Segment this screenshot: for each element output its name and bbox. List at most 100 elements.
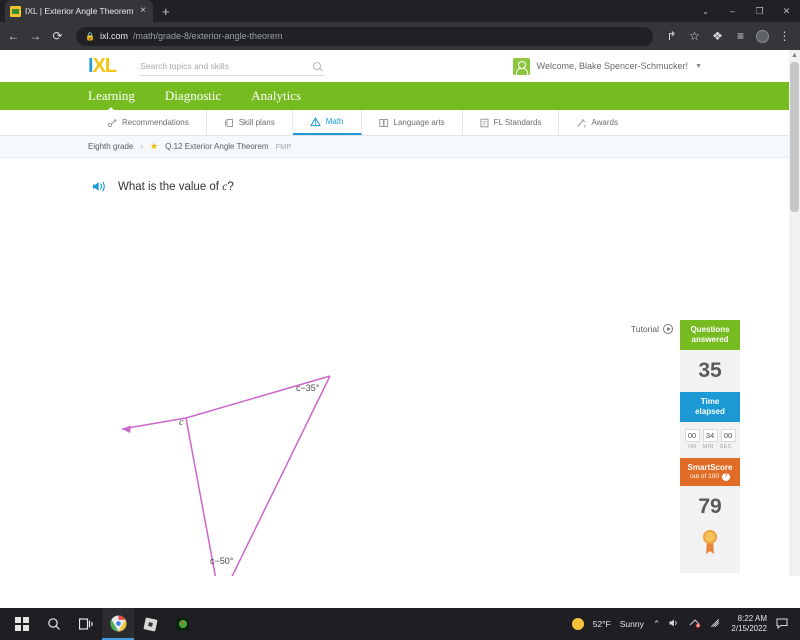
chrome-menu-icon[interactable]: ⋮ (777, 29, 792, 43)
tab-label: Awards (591, 118, 618, 127)
lock-icon: 🔒 (85, 31, 95, 41)
new-tab-button[interactable]: + (162, 4, 170, 19)
nav-item-diagnostic[interactable]: Diagnostic (165, 88, 221, 104)
search-icon[interactable] (38, 608, 70, 640)
url-host: ixl.com (99, 31, 128, 41)
search-input[interactable]: Search topics and skills (140, 56, 326, 76)
question-prompt: What is the value of c? (118, 181, 234, 193)
browser-toolbar: ← → ⟳ 🔒 ixl.com/math/grade-8/exterior-an… (0, 22, 800, 50)
nav-item-learning[interactable]: Learning (88, 88, 135, 104)
time-elapsed-title-2: elapsed (695, 407, 725, 416)
clock-sec-label: SEC (719, 444, 732, 450)
smartscore-subtitle: out of 100 (690, 473, 719, 480)
tab-language-arts[interactable]: Language arts (362, 110, 463, 135)
tab-recommendations[interactable]: Recommendations (90, 110, 207, 135)
taskbar-clock[interactable]: 8:22 AM 2/15/2022 (731, 614, 767, 634)
questions-answered-title-2: answered (691, 335, 729, 344)
skill-plans-icon (224, 118, 234, 128)
question-area: What is the value of c? c−35° c c−50° Tu… (0, 158, 800, 576)
search-placeholder: Search topics and skills (140, 60, 229, 71)
page-scrollbar[interactable]: ▲ (789, 50, 800, 576)
bookmark-star-icon[interactable]: ☆ (687, 29, 702, 43)
tab-label: Language arts (393, 118, 445, 127)
maximize-button[interactable]: ❐ (746, 0, 773, 22)
elapsed-clock: 00 34 00 (680, 422, 740, 442)
smartscore-title: SmartScore (687, 463, 733, 472)
main-nav: Learning Diagnostic Analytics (0, 82, 800, 110)
avatar (512, 57, 530, 75)
smartscore-subtitle-row: out of 100 ? (682, 473, 738, 482)
ixl-logo[interactable]: I XL (88, 54, 118, 78)
search-icon[interactable] (313, 61, 322, 70)
task-view-icon[interactable] (70, 608, 102, 640)
tab-strip: IXL | Exterior Angle Theorem | 8t × + ⌄ … (0, 0, 800, 22)
minimize-button[interactable]: – (719, 0, 746, 22)
favorite-star-icon[interactable]: ★ (150, 141, 158, 152)
close-window-button[interactable]: ✕ (773, 0, 800, 22)
logo-xl: XL (92, 54, 118, 77)
tab-label: Recommendations (122, 118, 189, 127)
skill-code: FMP (275, 142, 292, 151)
game-icon[interactable] (166, 608, 198, 640)
back-icon[interactable]: ← (6, 29, 21, 43)
play-icon[interactable] (663, 324, 673, 334)
welcome-text: Welcome, Blake Spencer-Schmucker! (536, 61, 689, 71)
clock-min-label: MIN (702, 444, 714, 450)
address-bar[interactable]: 🔒 ixl.com/math/grade-8/exterior-angle-th… (76, 26, 653, 46)
media-list-icon[interactable]: ≡ (733, 29, 748, 43)
forward-icon[interactable]: → (28, 29, 43, 43)
extensions-puzzle-icon[interactable]: ❖ (710, 29, 725, 43)
notifications-icon[interactable] (776, 618, 788, 631)
chevron-down-icon[interactable]: ▼ (695, 63, 702, 70)
chevron-down-icon[interactable]: ⌄ (692, 0, 719, 22)
browser-tab[interactable]: IXL | Exterior Angle Theorem | 8t × (5, 0, 153, 22)
weather-temp[interactable]: 52°F (593, 619, 611, 629)
ixl-favicon (10, 5, 21, 17)
taskbar-date: 2/15/2022 (731, 624, 767, 633)
speaker-icon[interactable] (92, 180, 107, 193)
triangle-lines (121, 375, 331, 576)
scroll-up-icon[interactable]: ▲ (789, 50, 800, 61)
ixl-header: I XL Search topics and skills Welcome, Bl… (0, 50, 800, 82)
arrowhead-icon (122, 425, 131, 433)
language-arts-icon (378, 118, 389, 128)
reload-icon[interactable]: ⟳ (50, 29, 65, 43)
triangle-svg: c−35° c c−50° (121, 375, 331, 576)
weather-desc[interactable]: Sunny (620, 619, 644, 629)
breadcrumb-skill: Q.12 Exterior Angle Theorem (165, 142, 269, 151)
help-icon[interactable]: ? (721, 473, 730, 482)
volume-icon[interactable] (669, 618, 680, 630)
clock-seconds: 00 (720, 429, 736, 442)
tutorial-link[interactable]: Tutorial (631, 324, 673, 334)
tab-fl-standards[interactable]: FL Standards (463, 110, 560, 135)
ribbon-medal-icon (680, 528, 740, 573)
questions-answered-title-1: Questions (690, 325, 730, 334)
close-icon[interactable]: × (138, 6, 148, 16)
tab-skill-plans[interactable]: Skill plans (207, 110, 293, 135)
clock-minutes: 34 (702, 429, 718, 442)
network-error-icon[interactable] (689, 618, 701, 630)
start-icon[interactable] (6, 608, 38, 640)
nav-item-analytics[interactable]: Analytics (251, 88, 301, 104)
share-icon[interactable]: ↱ (664, 29, 679, 43)
tab-awards[interactable]: Awards (559, 110, 635, 135)
page-content: I XL Search topics and skills Welcome, Bl… (0, 50, 800, 576)
tab-label: Math (325, 117, 344, 126)
recommendations-icon (107, 118, 117, 128)
profile-avatar[interactable] (756, 29, 769, 43)
subject-tabs: Recommendations Skill plans Math Languag… (0, 110, 800, 136)
wifi-icon[interactable] (710, 618, 722, 630)
standards-icon (480, 118, 489, 128)
prompt-suffix: ? (227, 180, 234, 193)
smartscore-value: 79 (698, 495, 722, 519)
taskbar-time: 8:22 AM (737, 614, 767, 623)
window-controls: ⌄ – ❐ ✕ (692, 0, 800, 22)
tab-label: FL Standards (493, 118, 542, 127)
scrollbar-thumb[interactable] (790, 62, 799, 212)
chrome-icon[interactable] (102, 608, 134, 640)
roblox-icon[interactable] (134, 608, 166, 640)
breadcrumb-grade[interactable]: Eighth grade (88, 142, 133, 151)
tab-math[interactable]: Math (292, 110, 362, 135)
tray-chevron-icon[interactable]: ⌃ (653, 619, 661, 630)
user-menu[interactable]: Welcome, Blake Spencer-Schmucker! ▼ (512, 57, 702, 75)
